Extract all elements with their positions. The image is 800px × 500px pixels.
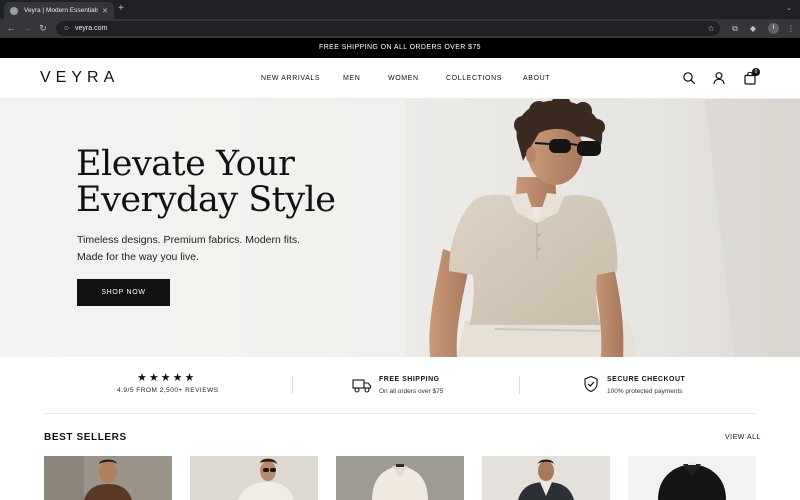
tab-search-icon[interactable]: ⌄ bbox=[786, 4, 792, 12]
hero-title-line-1: Elevate Your bbox=[76, 144, 295, 184]
shipping-feature-desc: On all orders over $75 bbox=[379, 388, 444, 395]
search-icon[interactable] bbox=[682, 71, 696, 85]
nav-new-arrivals[interactable]: NEW ARRIVALS bbox=[261, 75, 320, 82]
feature-divider bbox=[519, 376, 520, 394]
profile-avatar[interactable]: I bbox=[768, 23, 779, 34]
product-card-4[interactable] bbox=[482, 456, 610, 500]
announcement-bar: FREE SHIPPING ON ALL ORDERS OVER $75 bbox=[0, 38, 800, 58]
nav-men[interactable]: MEN bbox=[343, 75, 360, 82]
hero-title: Elevate Your Everyday Style bbox=[76, 144, 336, 220]
hero-title-line-2: Everyday Style bbox=[76, 180, 336, 220]
bookmark-star-icon[interactable]: ☆ bbox=[704, 21, 718, 36]
reload-icon[interactable]: ↻ bbox=[36, 21, 50, 35]
browser-tab[interactable]: Veyra | Modern Essentials ✕ bbox=[4, 2, 114, 19]
rating-stars: ★★★★★ bbox=[137, 372, 197, 384]
main-nav: NEW ARRIVALS MEN WOMEN COLLECTIONS ABOUT bbox=[0, 58, 800, 99]
forward-icon[interactable]: → bbox=[20, 21, 34, 35]
view-all-link[interactable]: VIEW ALL bbox=[725, 434, 761, 441]
shop-now-button[interactable]: SHOP NOW bbox=[77, 279, 170, 306]
browser-menu-icon[interactable]: ⋮ bbox=[784, 21, 798, 36]
url-text[interactable]: veyra.com bbox=[75, 25, 107, 32]
shipping-feature-title: FREE SHIPPING bbox=[379, 376, 440, 383]
checkout-feature-title: SECURE CHECKOUT bbox=[607, 376, 686, 383]
section-divider bbox=[44, 413, 756, 414]
features-strip bbox=[0, 357, 800, 413]
truck-icon bbox=[352, 379, 372, 393]
favicon-icon bbox=[10, 6, 18, 15]
site-info-icon[interactable]: ⊙ bbox=[64, 25, 69, 32]
tab-close-icon[interactable]: ✕ bbox=[102, 7, 108, 15]
feature-divider bbox=[292, 376, 293, 394]
nav-women[interactable]: WOMEN bbox=[388, 75, 419, 82]
hero-subtitle-line-2: Made for the way you live. bbox=[77, 251, 199, 263]
hero-subtitle: Timeless designs. Premium fabrics. Moder… bbox=[77, 232, 300, 266]
account-icon[interactable] bbox=[712, 71, 726, 85]
extensions-icon[interactable]: ⧉ bbox=[728, 21, 742, 36]
tab-title: Veyra | Modern Essentials bbox=[24, 7, 99, 14]
best-sellers-title: BEST SELLERS bbox=[44, 432, 127, 443]
hero-model-image bbox=[405, 99, 800, 357]
shield-check-icon bbox=[584, 375, 598, 393]
cart-count-badge: 0 bbox=[752, 68, 760, 76]
browser-address-bar: ← → ↻ ⊙ veyra.com ☆ ⧉ ◆ I ⋮ bbox=[0, 19, 800, 38]
rating-text: 4.9/5 FROM 2,500+ REVIEWS bbox=[117, 387, 219, 394]
product-card-1[interactable] bbox=[44, 456, 172, 500]
site-header: VEYRA NEW ARRIVALS MEN WOMEN COLLECTIONS… bbox=[0, 58, 800, 99]
omnibox[interactable]: ⊙ veyra.com bbox=[56, 21, 720, 36]
extension-icon[interactable]: ◆ bbox=[746, 21, 760, 36]
hero-banner: Elevate Your Everyday Style Timeless des… bbox=[0, 99, 800, 357]
checkout-feature-desc: 100% protected payments bbox=[607, 388, 683, 395]
product-card-2[interactable] bbox=[190, 456, 318, 500]
product-card-5[interactable] bbox=[628, 456, 756, 500]
hero-subtitle-line-1: Timeless designs. Premium fabrics. Moder… bbox=[77, 234, 301, 246]
nav-about[interactable]: ABOUT bbox=[523, 75, 550, 82]
browser-tab-bar: Veyra | Modern Essentials ✕ + ⌄ bbox=[0, 0, 800, 19]
new-tab-button[interactable]: + bbox=[118, 3, 124, 15]
product-card-3[interactable] bbox=[336, 456, 464, 500]
nav-collections[interactable]: COLLECTIONS bbox=[446, 75, 502, 82]
back-icon[interactable]: ← bbox=[4, 21, 18, 35]
